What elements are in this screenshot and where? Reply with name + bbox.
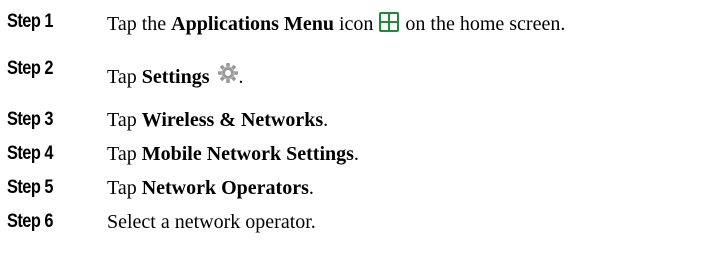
step-6: Step 6 Select a network operator. [0,209,715,239]
instruction-text: Tap [107,109,142,131]
step-2: Step 2 Tap Settings . [0,56,715,89]
ui-term: Wireless & Networks [141,109,324,131]
step-label: Step 4 [7,143,53,164]
step-instruction: Tap the Applications Menu icon on the ho… [107,12,566,36]
instruction-text: Select a network operator. [107,211,316,233]
step-1: Step 1 Tap the Applications Menu icon on… [0,9,715,39]
step-instruction: Select a network operator. [107,211,316,234]
step-5: Step 5 Tap Network Operators. [0,175,715,205]
ui-term: Settings [141,66,210,88]
step-label: Step 5 [7,177,53,198]
instruction-text: . [323,109,329,131]
step-label: Step 1 [7,11,53,32]
step-4: Step 4 Tap Mobile Network Settings. [0,141,715,171]
instruction-text: on the home screen. [400,13,566,35]
instruction-text: Tap [107,66,142,88]
step-instruction: Tap Settings . [107,63,244,89]
step-label: Step 3 [7,109,53,130]
step-label: Step 6 [7,211,53,232]
settings-gear-icon [217,62,239,84]
instruction-text: Tap [107,143,142,165]
ui-term: Mobile Network Settings [141,143,354,165]
step-label: Step 2 [7,58,53,79]
ui-term: Network Operators [141,177,309,199]
instruction-text: . [308,177,314,199]
step-3: Step 3 Tap Wireless & Networks. [0,107,715,137]
ui-term: Applications Menu [171,13,334,35]
step-instruction: Tap Network Operators. [107,177,314,200]
instruction-text: . [353,143,359,165]
applications-menu-icon [379,12,400,33]
instruction-text: . [238,66,244,88]
instruction-text: icon [333,13,374,35]
step-instruction: Tap Mobile Network Settings. [107,143,359,166]
instruction-text: Tap [107,177,142,199]
step-instruction: Tap Wireless & Networks. [107,109,328,132]
instruction-text: Tap the [107,13,172,35]
